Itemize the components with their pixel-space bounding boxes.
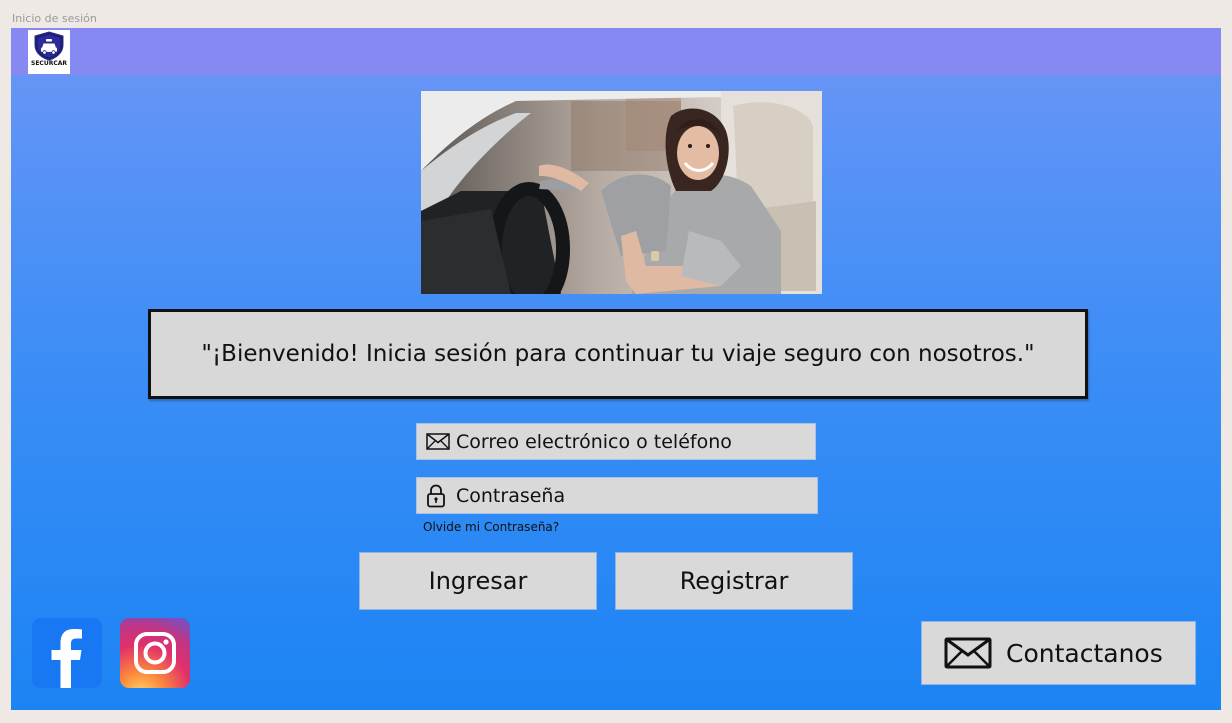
frame-title: Inicio de sesión (12, 12, 97, 25)
brand-name: SECURCAR (31, 60, 67, 67)
lock-icon (426, 484, 456, 508)
password-field-label: Contraseña (456, 484, 566, 507)
top-bar: SECURCAR (11, 28, 1221, 75)
instagram-icon (134, 632, 176, 674)
hero-image (421, 91, 822, 294)
envelope-icon (426, 433, 456, 450)
register-button[interactable]: Registrar (615, 552, 853, 610)
instagram-button[interactable] (120, 618, 190, 688)
envelope-icon (944, 637, 992, 669)
login-screen: SECURCAR "¡Bienvenido! Inicia sesión par… (11, 28, 1221, 710)
facebook-icon (51, 629, 82, 688)
forgot-password-link[interactable]: Olvide mi Contraseña? (423, 520, 559, 534)
welcome-message: "¡Bienvenido! Inicia sesión para continu… (148, 309, 1088, 399)
contact-button[interactable]: Contactanos (921, 621, 1196, 685)
car-shield-icon (34, 31, 64, 61)
contact-button-label: Contactanos (1006, 638, 1163, 668)
email-field-label: Correo electrónico o teléfono (456, 430, 732, 453)
password-field[interactable]: Contraseña (416, 477, 818, 514)
brand-logo[interactable]: SECURCAR (28, 30, 70, 74)
login-button[interactable]: Ingresar (359, 552, 597, 610)
facebook-button[interactable] (32, 618, 102, 688)
woman-driver-photo (421, 91, 822, 294)
email-field[interactable]: Correo electrónico o teléfono (416, 423, 816, 460)
